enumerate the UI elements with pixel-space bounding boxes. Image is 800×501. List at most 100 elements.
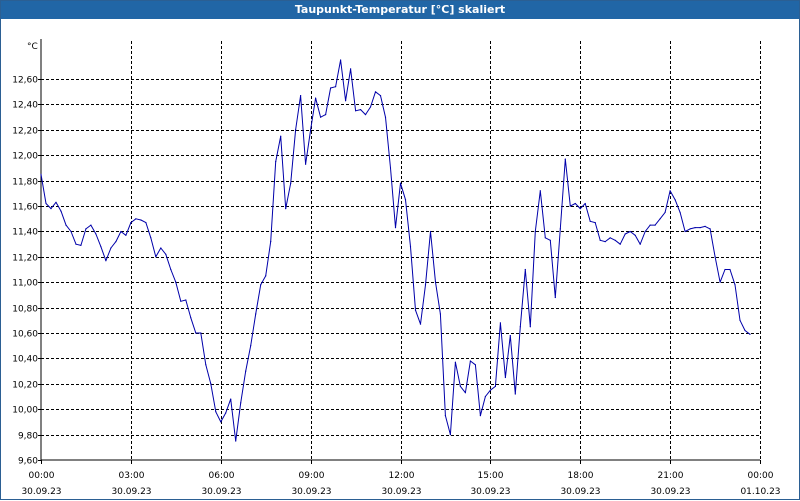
data-point bbox=[624, 233, 626, 235]
data-point bbox=[180, 300, 182, 302]
y-tick-label: 9,80 bbox=[18, 432, 38, 442]
data-point bbox=[320, 116, 322, 118]
data-point bbox=[65, 224, 67, 226]
x-tick-time: 03:00 bbox=[119, 471, 145, 481]
data-point bbox=[529, 326, 531, 328]
data-point bbox=[120, 230, 122, 233]
chart-window: Taupunkt-Temperatur [°C] skaliert °C 9,6… bbox=[0, 0, 800, 500]
grid bbox=[38, 39, 761, 464]
data-point bbox=[564, 158, 566, 160]
data-point bbox=[689, 228, 691, 230]
data-point bbox=[85, 228, 87, 230]
data-point bbox=[90, 224, 92, 226]
y-axis-unit: °C bbox=[27, 42, 38, 52]
data-point bbox=[125, 234, 127, 236]
data-point bbox=[644, 230, 646, 233]
data-point bbox=[414, 309, 417, 311]
x-tick-time: 09:00 bbox=[299, 471, 325, 481]
x-tick-labels: 00:00 30.09.23 03:00 30.09.23 06:00 30.09.23 0… bbox=[21, 471, 780, 497]
data-point bbox=[459, 385, 461, 387]
data-point bbox=[684, 230, 686, 233]
y-tick-label: 10,00 bbox=[12, 406, 38, 416]
data-point bbox=[75, 243, 77, 245]
data-point bbox=[130, 222, 132, 224]
data-point bbox=[384, 116, 387, 118]
y-tick-labels: 9,60 9,80 10,00 10,20 10,40 10,60 10,80 11,00 11… bbox=[12, 76, 38, 467]
data-point bbox=[150, 237, 152, 239]
data-point bbox=[604, 241, 606, 243]
data-point bbox=[509, 335, 511, 337]
data-point bbox=[634, 234, 636, 236]
data-point bbox=[739, 319, 741, 321]
data-point bbox=[659, 218, 661, 220]
data-point bbox=[729, 268, 731, 271]
data-point bbox=[155, 256, 157, 258]
data-point bbox=[60, 210, 62, 212]
data-point bbox=[454, 361, 456, 363]
data-point bbox=[225, 412, 227, 414]
data-point bbox=[444, 415, 446, 417]
data-point bbox=[80, 244, 82, 246]
data-point bbox=[235, 440, 237, 442]
data-point bbox=[110, 247, 112, 249]
data-point bbox=[70, 230, 72, 233]
data-point bbox=[499, 322, 501, 324]
data-point bbox=[270, 241, 272, 243]
data-point bbox=[350, 68, 352, 70]
data-point bbox=[374, 91, 377, 93]
data-point bbox=[464, 392, 466, 394]
x-tick-date: 01.10.23 bbox=[740, 487, 780, 497]
data-point bbox=[40, 173, 42, 175]
data-point bbox=[245, 370, 247, 372]
data-point bbox=[210, 383, 212, 385]
y-tick-label: 12,40 bbox=[12, 101, 38, 111]
x-tick-date: 30.09.23 bbox=[111, 487, 151, 497]
data-point bbox=[699, 227, 701, 229]
x-tick-time: 00:00 bbox=[748, 471, 774, 481]
data-point bbox=[574, 202, 576, 205]
data-point bbox=[230, 398, 232, 400]
data-point bbox=[534, 230, 536, 233]
data-point bbox=[429, 230, 432, 233]
data-point bbox=[419, 323, 422, 325]
data-point bbox=[295, 129, 297, 131]
data-point bbox=[749, 333, 751, 335]
data-point bbox=[439, 313, 441, 315]
y-tick-label: 11,80 bbox=[12, 178, 38, 188]
data-point bbox=[300, 95, 302, 97]
data-point bbox=[424, 284, 427, 286]
x-tick-time: 21:00 bbox=[658, 471, 684, 481]
data-point bbox=[105, 260, 107, 262]
data-point bbox=[265, 275, 267, 277]
data-point bbox=[255, 313, 257, 315]
data-point bbox=[45, 202, 47, 205]
data-point bbox=[355, 110, 357, 112]
y-tick-label: 9,60 bbox=[18, 457, 38, 467]
data-point bbox=[679, 211, 681, 213]
data-point bbox=[524, 268, 526, 271]
data-point bbox=[629, 230, 631, 233]
data-point bbox=[260, 284, 262, 286]
y-tick-label: 11,20 bbox=[12, 254, 38, 264]
x-tick-date: 30.09.23 bbox=[560, 487, 600, 497]
data-point bbox=[394, 227, 397, 229]
data-point bbox=[569, 205, 571, 207]
y-tick-label: 10,80 bbox=[12, 305, 38, 315]
data-point bbox=[250, 345, 252, 347]
data-point bbox=[220, 421, 222, 423]
series-line bbox=[40, 59, 751, 442]
data-point bbox=[195, 332, 197, 334]
data-point bbox=[330, 87, 332, 89]
y-tick-label: 10,60 bbox=[12, 330, 38, 340]
x-tick-time: 12:00 bbox=[389, 471, 415, 481]
data-point bbox=[290, 182, 292, 184]
data-point bbox=[584, 202, 586, 205]
data-point bbox=[449, 434, 451, 436]
x-tick-date: 30.09.23 bbox=[650, 487, 690, 497]
data-point bbox=[514, 393, 516, 395]
y-tick-label: 12,60 bbox=[12, 76, 38, 86]
data-point bbox=[285, 208, 287, 210]
data-point bbox=[559, 228, 561, 230]
data-point bbox=[170, 268, 172, 271]
y-tick-label: 10,20 bbox=[12, 381, 38, 391]
